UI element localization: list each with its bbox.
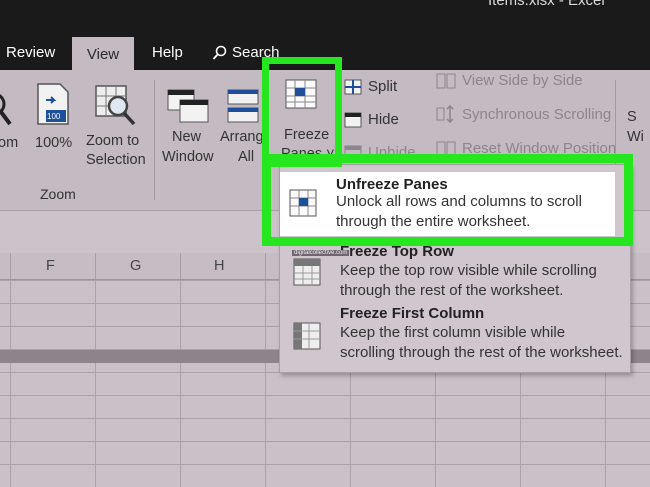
menu-item-freeze-top-row[interactable]: Freeze Top Row Keep the top row visible … bbox=[280, 243, 630, 311]
freeze-first-column-desc-2: scrolling through the rest of the worksh… bbox=[340, 344, 623, 361]
freeze-first-column-icon bbox=[293, 322, 321, 350]
tab-review[interactable]: Review bbox=[6, 44, 55, 61]
synchronous-scrolling-icon bbox=[436, 105, 454, 123]
column-header-f[interactable]: F bbox=[46, 258, 55, 274]
excel-window: Items.xlsx - Excel Review View Help Sear… bbox=[0, 0, 650, 487]
freeze-first-column-desc-1: Keep the first column visible while bbox=[340, 324, 566, 341]
freeze-top-row-desc-1: Keep the top row visible while scrolling bbox=[340, 262, 597, 279]
unfreeze-panes-highlight bbox=[262, 154, 633, 246]
zoom-magnifier-icon bbox=[0, 94, 12, 126]
arrange-all-label-1[interactable]: Arrang bbox=[220, 128, 264, 147]
synchronous-scrolling-button[interactable]: Synchronous Scrolling bbox=[436, 105, 611, 123]
arrange-all-label-2[interactable]: All bbox=[238, 148, 254, 167]
new-window-icon[interactable] bbox=[166, 88, 210, 124]
search-icon bbox=[212, 45, 227, 60]
column-divider bbox=[10, 253, 11, 279]
window-title: Items.xlsx - Excel bbox=[488, 0, 605, 9]
new-window-label-1[interactable]: New bbox=[172, 128, 201, 147]
side-by-side-icon bbox=[436, 73, 456, 88]
hide-window-icon bbox=[344, 112, 362, 127]
view-side-by-side-button[interactable]: View Side by Side bbox=[436, 72, 583, 89]
zoom-100-badge: 100 bbox=[47, 112, 61, 121]
split-label: Split bbox=[368, 78, 398, 95]
new-window-label-2[interactable]: Window bbox=[162, 148, 214, 167]
tab-view[interactable]: View bbox=[72, 37, 134, 71]
arrange-all-icon[interactable] bbox=[226, 88, 260, 124]
zoom-100-label[interactable]: 100% bbox=[35, 134, 72, 153]
freeze-panes-highlight bbox=[262, 57, 342, 167]
zoom-to-selection-label-2[interactable]: Selection bbox=[86, 151, 146, 170]
watermark-text: digitalcollective.com bbox=[292, 250, 350, 256]
freeze-top-row-icon bbox=[293, 258, 321, 286]
column-header-h[interactable]: H bbox=[214, 258, 224, 274]
hide-label: Hide bbox=[368, 111, 399, 128]
column-divider bbox=[180, 253, 181, 279]
column-divider bbox=[265, 253, 266, 279]
split-button[interactable]: Split bbox=[344, 78, 397, 95]
hide-button[interactable]: Hide bbox=[344, 111, 399, 128]
switch-windows-label-2[interactable]: Wi bbox=[627, 128, 644, 147]
freeze-top-row-desc-2: through the rest of the worksheet. bbox=[340, 282, 564, 299]
group-separator bbox=[154, 80, 155, 200]
zoom-button-label[interactable]: om bbox=[0, 134, 18, 153]
tab-help[interactable]: Help bbox=[152, 44, 183, 61]
column-header-g[interactable]: G bbox=[130, 258, 141, 274]
synchronous-scrolling-label: Synchronous Scrolling bbox=[462, 105, 612, 123]
zoom-to-selection-label-1[interactable]: Zoom to bbox=[86, 132, 139, 151]
zoom-group-label: Zoom bbox=[40, 186, 76, 202]
split-icon bbox=[344, 79, 362, 94]
menu-item-freeze-first-column[interactable]: Freeze First Column Keep the first colum… bbox=[280, 305, 630, 369]
zoom-to-selection-icon[interactable] bbox=[94, 84, 138, 126]
freeze-first-column-title: Freeze First Column bbox=[340, 305, 485, 322]
column-divider bbox=[95, 253, 96, 279]
view-side-by-side-label: View Side by Side bbox=[462, 72, 583, 89]
switch-windows-label-1[interactable]: S bbox=[627, 108, 637, 127]
